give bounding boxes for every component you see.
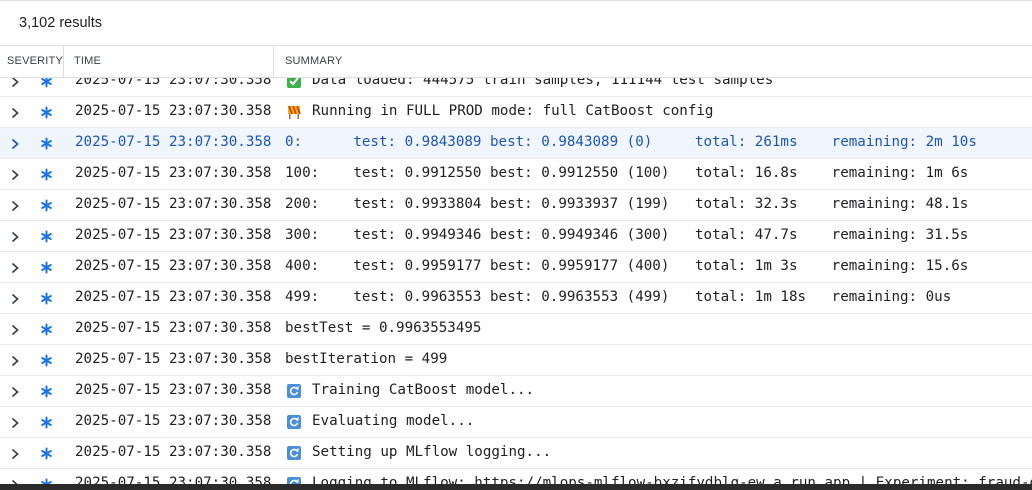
log-summary: Evaluating model...	[312, 413, 475, 429]
severity-default-icon	[40, 385, 53, 398]
log-timestamp: 2025-07-15 23:07:30.358	[75, 289, 272, 305]
log-timestamp: 2025-07-15 23:07:30.358	[75, 444, 272, 460]
log-summary: Running in FULL PROD mode: full CatBoost…	[312, 103, 714, 119]
severity-default-icon	[40, 354, 53, 367]
log-row[interactable]: 2025-07-15 23:07:30.358 400: test: 0.9959…	[0, 252, 1032, 283]
log-timestamp: 2025-07-15 23:07:30.358	[75, 103, 272, 119]
chevron-right-icon[interactable]	[9, 231, 21, 243]
chevron-right-icon[interactable]	[9, 293, 21, 305]
refresh-emoji-icon	[287, 477, 301, 484]
severity-default-icon	[40, 292, 53, 305]
log-summary: bestTest = 0.9963553495	[285, 320, 482, 336]
log-row[interactable]: 2025-07-15 23:07:30.358 bestIteration = 4…	[0, 345, 1032, 376]
chevron-right-icon[interactable]	[9, 200, 21, 212]
log-summary: 400: test: 0.9959177 best: 0.9959177 (40…	[285, 258, 969, 274]
severity-default-icon	[40, 106, 53, 119]
log-timestamp: 2025-07-15 23:07:30.358	[75, 382, 272, 398]
chevron-right-icon[interactable]	[9, 138, 21, 150]
chevron-right-icon[interactable]	[9, 448, 21, 460]
severity-default-icon	[40, 416, 53, 429]
severity-default-icon	[40, 168, 53, 181]
results-bar: 3,102 results	[0, 0, 1032, 46]
log-row[interactable]: 2025-07-15 23:07:30.358 bestTest = 0.9963…	[0, 314, 1032, 345]
chevron-right-icon[interactable]	[9, 262, 21, 274]
log-summary: 200: test: 0.9933804 best: 0.9933937 (19…	[285, 196, 969, 212]
log-timestamp: 2025-07-15 23:07:30.358	[75, 227, 272, 243]
chevron-right-icon[interactable]	[9, 355, 21, 367]
log-summary: bestIteration = 499	[285, 351, 448, 367]
log-summary: Logging to MLflow: https://mlops-mlflow-…	[312, 475, 1032, 484]
column-resize-handle[interactable]	[273, 46, 274, 77]
column-header-severity[interactable]: SEVERITY	[7, 46, 63, 77]
log-row[interactable]: 2025-07-15 23:07:30.358 Evaluating model.…	[0, 407, 1032, 438]
severity-default-icon	[40, 230, 53, 243]
log-row[interactable]: 2025-07-15 23:07:30.358 200: test: 0.9933…	[0, 190, 1032, 221]
log-timestamp: 2025-07-15 23:07:30.358	[75, 165, 272, 181]
log-row[interactable]: 2025-07-15 23:07:30.358 Running in FULL P…	[0, 97, 1032, 128]
log-summary: 300: test: 0.9949346 best: 0.9949346 (30…	[285, 227, 969, 243]
column-resize-handle[interactable]	[63, 46, 64, 77]
log-row[interactable]: 2025-07-15 23:07:30.358 Training CatBoost…	[0, 376, 1032, 407]
horizontal-scrollbar[interactable]	[0, 484, 1032, 490]
log-table-body: 2025-07-15 23:07:30.358 Data loaded: 4445…	[0, 66, 1032, 484]
log-row[interactable]: 2025-07-15 23:07:30.358 100: test: 0.9912…	[0, 159, 1032, 190]
log-row[interactable]: 2025-07-15 23:07:30.358 0: test: 0.984308…	[0, 128, 1032, 159]
refresh-emoji-icon	[287, 446, 301, 460]
log-timestamp: 2025-07-15 23:07:30.358	[75, 258, 272, 274]
results-count: 3,102 results	[19, 15, 103, 31]
log-timestamp: 2025-07-15 23:07:30.358	[75, 413, 272, 429]
log-summary: 100: test: 0.9912550 best: 0.9912550 (10…	[285, 165, 969, 181]
construction-emoji-icon	[287, 105, 301, 119]
severity-default-icon	[40, 137, 53, 150]
chevron-right-icon[interactable]	[9, 324, 21, 336]
log-summary: Training CatBoost model...	[312, 382, 535, 398]
log-row[interactable]: 2025-07-15 23:07:30.358 Setting up MLflow…	[0, 438, 1032, 469]
refresh-emoji-icon	[287, 384, 301, 398]
refresh-emoji-icon	[287, 415, 301, 429]
log-timestamp: 2025-07-15 23:07:30.358	[75, 475, 272, 484]
log-row[interactable]: 2025-07-15 23:07:30.358 Logging to MLflow…	[0, 469, 1032, 484]
log-table-header: SEVERITY TIME SUMMARY	[0, 46, 1032, 78]
log-summary: 0: test: 0.9843089 best: 0.9843089 (0) t…	[285, 134, 977, 150]
severity-default-icon	[40, 323, 53, 336]
severity-default-icon	[40, 199, 53, 212]
chevron-right-icon[interactable]	[9, 386, 21, 398]
log-timestamp: 2025-07-15 23:07:30.358	[75, 196, 272, 212]
severity-default-icon	[40, 447, 53, 460]
log-timestamp: 2025-07-15 23:07:30.358	[75, 134, 272, 150]
chevron-right-icon[interactable]	[9, 107, 21, 119]
severity-default-icon	[40, 261, 53, 274]
chevron-right-icon[interactable]	[9, 417, 21, 429]
log-summary: Setting up MLflow logging...	[312, 444, 552, 460]
column-header-summary[interactable]: SUMMARY	[285, 46, 342, 77]
log-timestamp: 2025-07-15 23:07:30.358	[75, 351, 272, 367]
log-row[interactable]: 2025-07-15 23:07:30.358 499: test: 0.9963…	[0, 283, 1032, 314]
log-timestamp: 2025-07-15 23:07:30.358	[75, 320, 272, 336]
log-row[interactable]: 2025-07-15 23:07:30.358 300: test: 0.9949…	[0, 221, 1032, 252]
column-header-time[interactable]: TIME	[74, 46, 101, 77]
log-summary: 499: test: 0.9963553 best: 0.9963553 (49…	[285, 289, 952, 305]
chevron-right-icon[interactable]	[9, 169, 21, 181]
